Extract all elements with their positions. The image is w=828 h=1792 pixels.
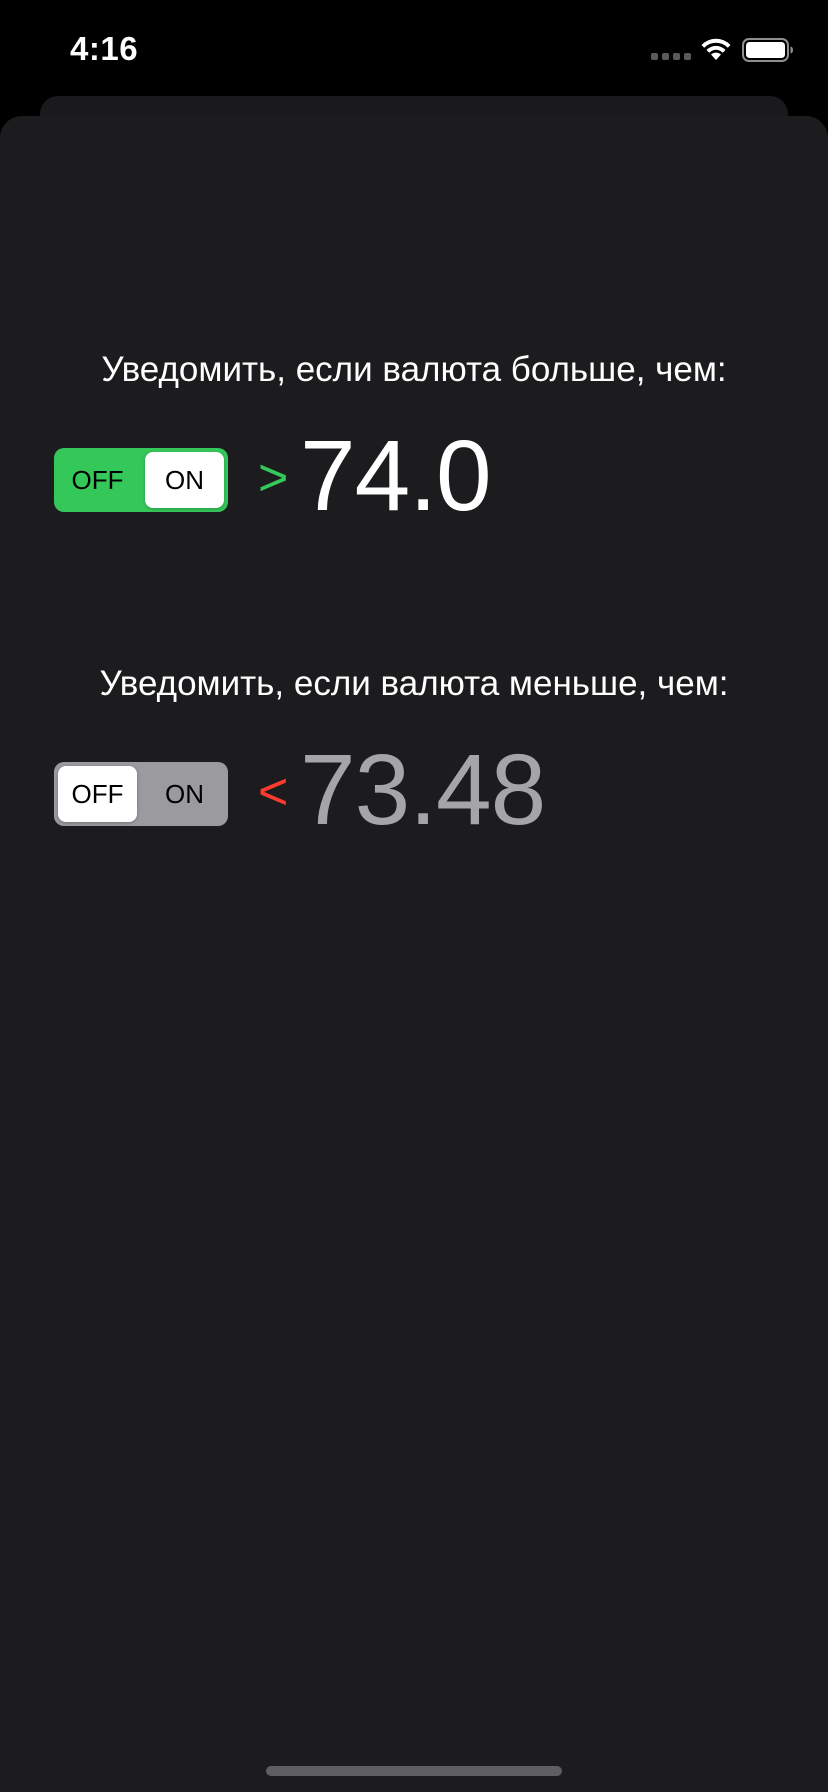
status-bar: 4:16 <box>0 0 828 100</box>
alert-settings-sheet: Уведомить, если валюта больше, чем: OFF … <box>0 116 828 1792</box>
home-indicator[interactable] <box>266 1766 562 1776</box>
upper-toggle-on[interactable]: ON <box>145 452 224 508</box>
wifi-icon <box>701 38 731 60</box>
lower-alert-toggle[interactable]: OFF ON <box>54 762 228 826</box>
upper-toggle-off[interactable]: OFF <box>54 448 141 512</box>
lower-alert-label: Уведомить, если валюта меньше, чем: <box>99 664 729 703</box>
upper-threshold-value[interactable]: 74.0 <box>300 426 492 526</box>
battery-icon <box>742 38 793 62</box>
upper-alert-label: Уведомить, если валюта больше, чем: <box>101 350 727 389</box>
status-time: 4:16 <box>70 30 139 67</box>
upper-alert-toggle[interactable]: OFF ON <box>54 448 228 512</box>
cellular-signal-icon <box>651 53 691 60</box>
less-than-sign: < <box>258 763 289 821</box>
lower-toggle-off[interactable]: OFF <box>58 766 137 822</box>
greater-than-sign: > <box>258 449 289 507</box>
lower-threshold-value[interactable]: 73.48 <box>300 740 546 840</box>
lower-toggle-on[interactable]: ON <box>141 762 228 826</box>
